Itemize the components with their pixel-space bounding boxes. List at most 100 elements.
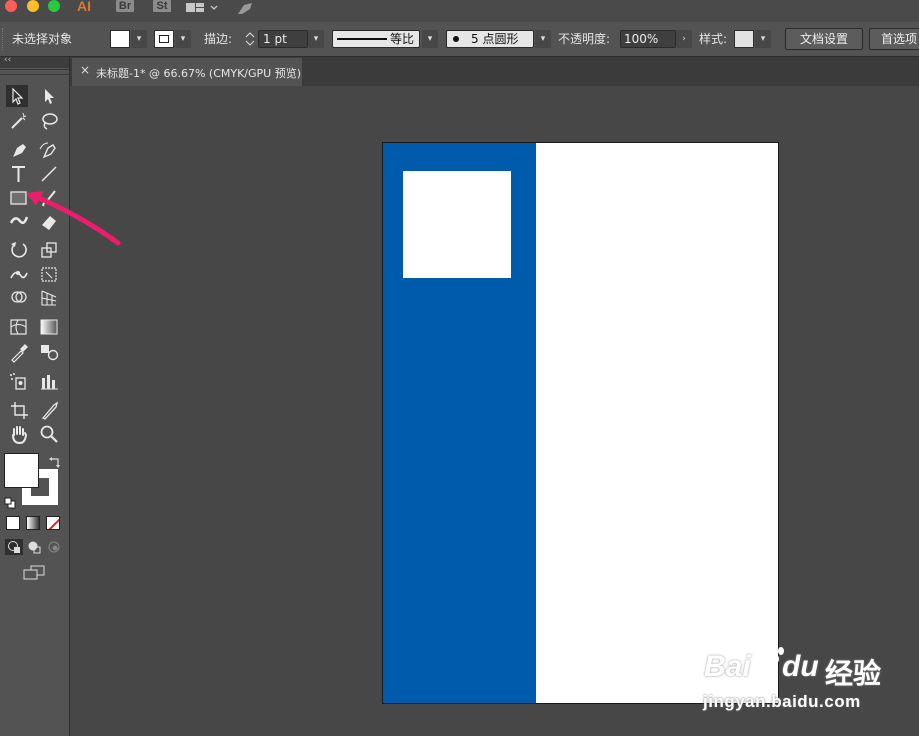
preferences-button[interactable]: 首选项: [869, 28, 919, 50]
mesh-tool-icon: [10, 319, 27, 335]
profile-line: [337, 38, 387, 40]
workspace-layout-button[interactable]: [186, 0, 220, 12]
color-mode-button[interactable]: [6, 516, 20, 530]
draw-normal-button[interactable]: [5, 539, 23, 555]
bridge-button[interactable]: Br: [116, 0, 134, 12]
watermark-brand-prefix: Bai: [704, 650, 751, 683]
stroke-weight-input[interactable]: 1 pt: [258, 30, 308, 48]
direct-selection-tool[interactable]: [38, 85, 60, 107]
perspective-grid-tool[interactable]: [38, 287, 60, 309]
close-tab-icon[interactable]: ×: [80, 63, 90, 77]
draw-inside-button[interactable]: [45, 539, 63, 555]
gradient-tool[interactable]: [38, 316, 60, 338]
opacity-expand-button[interactable]: ›: [676, 30, 692, 48]
default-colors-icon: [4, 497, 16, 509]
fill-dropdown[interactable]: ▾: [131, 30, 147, 48]
artboard-tool[interactable]: [8, 399, 30, 421]
screen-mode-icon: [23, 565, 45, 580]
draw-behind-button[interactable]: [25, 539, 43, 555]
type-tool-icon: [12, 166, 25, 182]
shape-builder-tool[interactable]: [8, 287, 30, 309]
gradient-mode-button[interactable]: [26, 516, 40, 530]
opacity-input[interactable]: 100%: [620, 30, 676, 48]
control-bar-grip[interactable]: [2, 28, 6, 50]
workspace-layout-icon: [186, 3, 218, 12]
document-tab-title: 未标题-1* @ 66.67% (CMYK/GPU 预览): [96, 67, 301, 80]
slice-tool[interactable]: [38, 399, 60, 421]
annotation-arrow: [26, 191, 121, 246]
shape-builder-tool-icon: [11, 291, 27, 303]
pen-tool[interactable]: [8, 139, 30, 161]
watermark-brand-suffix: du: [782, 650, 819, 683]
stroke-weight-stepper[interactable]: [243, 30, 257, 48]
selection-status: 未选择对象: [12, 32, 73, 46]
artboard-tool-icon: [11, 402, 28, 419]
pen-tool-icon: [13, 144, 26, 157]
selection-tool-icon: [12, 87, 24, 105]
profile-label: 等比: [390, 32, 415, 46]
width-tool[interactable]: [8, 263, 30, 285]
tools-panel-grip[interactable]: [0, 69, 69, 75]
line-segment-tool[interactable]: [38, 163, 60, 185]
window-title-bar: AI Br St: [0, 0, 919, 22]
brush-dot-icon: [453, 36, 459, 42]
graphic-style-swatch[interactable]: [734, 30, 754, 48]
collapse-panel-icon[interactable]: ‹‹: [4, 55, 11, 65]
brush-dropdown[interactable]: ▾: [535, 30, 551, 48]
draw-behind-icon: [28, 541, 41, 554]
eyedropper-tool[interactable]: [8, 341, 30, 363]
maximize-window-button[interactable]: [48, 0, 60, 12]
gradient-tool-icon: [40, 319, 58, 335]
document-tab[interactable]: × 未标题-1* @ 66.67% (CMYK/GPU 预览): [72, 58, 302, 86]
stock-button[interactable]: St: [153, 0, 171, 12]
blend-tool[interactable]: [38, 341, 60, 363]
stroke-weight-dropdown[interactable]: ▾: [308, 30, 324, 48]
fill-color-box[interactable]: [4, 453, 39, 488]
width-tool-icon: [10, 271, 28, 279]
symbol-sprayer-tool-icon: [10, 373, 26, 390]
swap-fill-stroke-button[interactable]: [48, 454, 62, 468]
swap-arrows-icon: [49, 457, 60, 468]
hand-tool[interactable]: [8, 423, 30, 445]
watermark-brand-cn: 经验: [825, 658, 882, 689]
gpu-performance-button[interactable]: [236, 0, 254, 14]
magic-wand-tool-icon: [11, 112, 27, 129]
stroke-label: 描边:: [204, 32, 233, 46]
symbol-sprayer-tool[interactable]: [8, 370, 30, 392]
variable-width-profile[interactable]: 等比: [332, 30, 420, 48]
line-segment-tool-icon: [41, 166, 57, 182]
profile-dropdown[interactable]: ▾: [422, 30, 438, 48]
zoom-tool-icon: [40, 425, 58, 443]
artboard[interactable]: [382, 142, 779, 704]
document-setup-button[interactable]: 文档设置: [785, 28, 863, 50]
selection-tool[interactable]: [6, 85, 28, 107]
tools-panel: ‹‹: [0, 55, 70, 736]
curvature-tool[interactable]: [38, 139, 60, 161]
stroke-swatch[interactable]: [154, 30, 174, 48]
slice-tool-icon: [41, 401, 59, 420]
stroke-dropdown[interactable]: ▾: [175, 30, 191, 48]
magic-wand-tool[interactable]: [8, 110, 30, 132]
graphic-style-dropdown[interactable]: ▾: [755, 30, 771, 48]
white-square[interactable]: [403, 171, 511, 278]
zoom-tool[interactable]: [38, 423, 60, 445]
column-graph-tool[interactable]: [38, 370, 60, 392]
lasso-tool[interactable]: [38, 110, 60, 132]
minimize-window-button[interactable]: [27, 0, 39, 12]
none-mode-button[interactable]: [46, 516, 60, 530]
none-slash-icon: [48, 518, 59, 529]
free-transform-tool[interactable]: [38, 263, 60, 285]
draw-inside-icon: [48, 541, 60, 553]
type-tool[interactable]: [8, 163, 30, 185]
brush-label: 5 点圆形: [471, 32, 519, 46]
mesh-tool[interactable]: [8, 316, 30, 338]
eyedropper-tool-icon: [11, 344, 28, 363]
close-window-button[interactable]: [5, 0, 17, 12]
rocket-icon: [238, 3, 252, 14]
brush-definition[interactable]: 5 点圆形: [446, 30, 534, 48]
lasso-tool-icon: [42, 113, 58, 130]
screen-mode-button[interactable]: [22, 564, 46, 582]
hand-tool-icon: [12, 426, 28, 445]
fill-swatch[interactable]: [110, 30, 130, 48]
default-fill-stroke-button[interactable]: [4, 494, 16, 509]
